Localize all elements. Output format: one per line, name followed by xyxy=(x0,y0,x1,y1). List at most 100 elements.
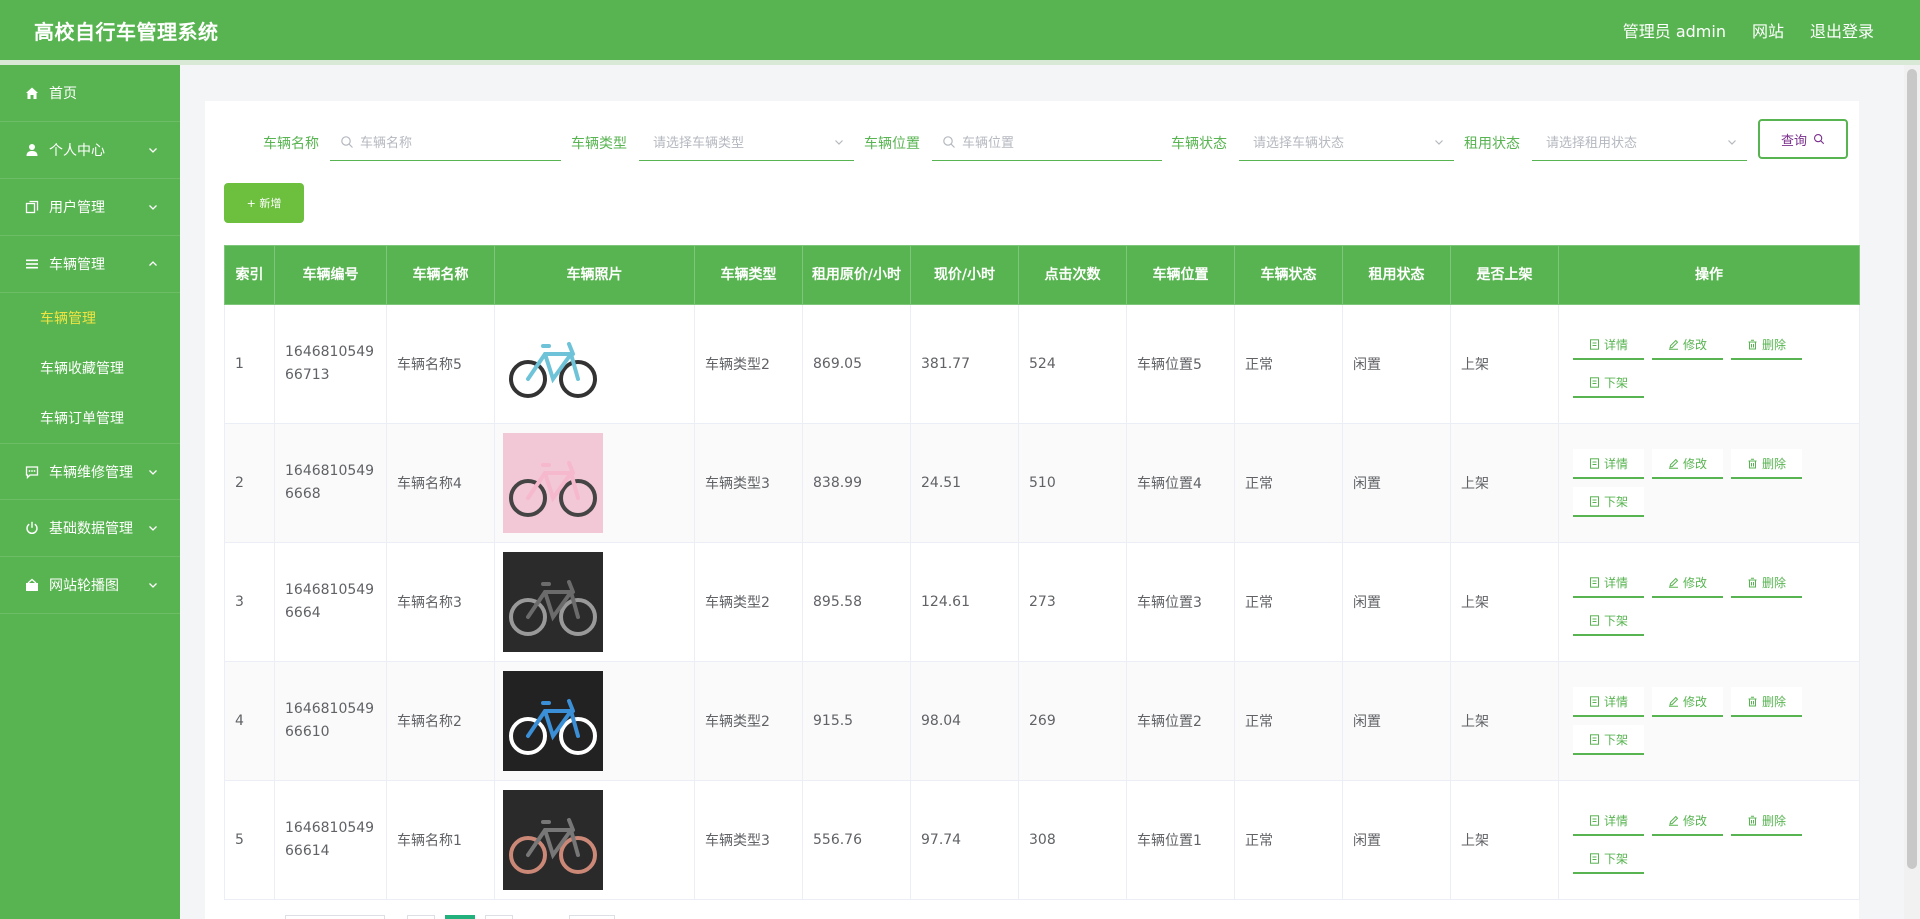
edit-button[interactable]: 修改 xyxy=(1652,330,1723,360)
trash-icon xyxy=(1748,577,1757,587)
offshelf-button[interactable]: 下架 xyxy=(1573,606,1644,636)
sidebar-item-home[interactable]: 首页 xyxy=(0,65,180,122)
document-icon xyxy=(1589,733,1599,745)
image-icon xyxy=(24,577,40,593)
scrollbar-thumb[interactable] xyxy=(1907,69,1917,869)
detail-button[interactable]: 详情 xyxy=(1573,330,1644,360)
edit-button[interactable]: 修改 xyxy=(1652,449,1723,479)
delete-button[interactable]: 删除 xyxy=(1731,449,1802,479)
type-filter-select[interactable]: 请选择车辆类型 xyxy=(639,123,854,161)
cell-location: 车辆位置3 xyxy=(1126,542,1235,662)
table-row: 1 164681054966713 车辆名称5 车辆类型2 869.05 381.77 5… xyxy=(224,304,1860,424)
document-icon xyxy=(1589,338,1599,350)
sidebar-item-repair[interactable]: 车辆维修管理 xyxy=(0,443,180,500)
detail-button[interactable]: 详情 xyxy=(1573,568,1644,598)
vehicle-table: 索引 车辆编号 车辆名称 车辆照片 车辆类型 租用原价/小时 现价/小时 点击次… xyxy=(224,245,1860,900)
add-button[interactable]: + 新增 xyxy=(224,183,304,223)
pagination xyxy=(285,909,685,919)
name-filter-placeholder: 车辆名称 xyxy=(360,136,413,151)
offshelf-button[interactable]: 下架 xyxy=(1573,725,1644,755)
col-header: 点击次数 xyxy=(1018,245,1127,305)
cell-rent: 闲置 xyxy=(1342,780,1451,900)
chat-icon xyxy=(24,464,40,480)
delete-button-label: 删除 xyxy=(1761,694,1786,709)
logout-link[interactable]: 退出登录 xyxy=(1810,18,1874,42)
delete-button[interactable]: 删除 xyxy=(1731,806,1802,836)
row-actions: 详情 修改 删除 下架 xyxy=(1569,806,1809,874)
cell-type: 车辆类型2 xyxy=(694,304,803,424)
detail-button[interactable]: 详情 xyxy=(1573,806,1644,836)
cell-type: 车辆类型2 xyxy=(694,661,803,781)
document-icon xyxy=(1589,576,1599,588)
power-icon xyxy=(24,520,40,536)
goto-page-input[interactable] xyxy=(569,915,615,919)
edit-button[interactable]: 修改 xyxy=(1652,806,1723,836)
name-filter-input[interactable]: 车辆名称 xyxy=(330,123,561,161)
table-row: 3 16468105496664 车辆名称3 车辆类型2 895.58 124.61 27… xyxy=(224,542,1860,662)
edit-button[interactable]: 修改 xyxy=(1652,568,1723,598)
offshelf-button-label: 下架 xyxy=(1603,732,1628,747)
cell-status: 正常 xyxy=(1234,780,1343,900)
cell-code: 164681054966713 xyxy=(274,304,387,424)
detail-button-label: 详情 xyxy=(1603,813,1628,828)
sidebar-item-basic-data[interactable]: 基础数据管理 xyxy=(0,500,180,557)
sidebar-item-carousel[interactable]: 网站轮播图 xyxy=(0,557,180,614)
status-filter-select[interactable]: 请选择车辆状态 xyxy=(1239,123,1454,161)
cell-rent: 闲置 xyxy=(1342,304,1451,424)
delete-button-label: 删除 xyxy=(1761,813,1786,828)
offshelf-button[interactable]: 下架 xyxy=(1573,368,1644,398)
delete-button[interactable]: 删除 xyxy=(1731,687,1802,717)
cell-index: 1 xyxy=(224,304,275,424)
sidebar-item-vehicles[interactable]: 车辆管理 xyxy=(0,236,180,293)
next-page-button[interactable] xyxy=(485,915,513,919)
trash-icon xyxy=(1748,815,1757,825)
document-icon xyxy=(1589,614,1599,626)
cell-photo xyxy=(494,423,695,543)
top-header: 高校自行车管理系统 管理员 admin 网站 退出登录 xyxy=(0,0,1920,60)
cell-actions: 详情 修改 删除 下架 xyxy=(1558,542,1860,662)
detail-button[interactable]: 详情 xyxy=(1573,687,1644,717)
search-icon xyxy=(1813,133,1825,145)
prev-page-button[interactable] xyxy=(407,915,435,919)
delete-button[interactable]: 删除 xyxy=(1731,568,1802,598)
sidebar-subitem-vehicle-manage[interactable]: 车辆管理 xyxy=(0,293,180,343)
cell-index: 5 xyxy=(224,780,275,900)
sidebar-item-users[interactable]: 用户管理 xyxy=(0,179,180,236)
sidebar-subitem-orders[interactable]: 车辆订单管理 xyxy=(0,393,180,443)
offshelf-button[interactable]: 下架 xyxy=(1573,844,1644,874)
location-filter-label: 车辆位置 xyxy=(864,136,920,152)
detail-button[interactable]: 详情 xyxy=(1573,449,1644,479)
user-icon xyxy=(24,142,40,158)
trash-icon xyxy=(1748,458,1757,468)
header-divider xyxy=(0,60,1920,65)
cell-location: 车辆位置1 xyxy=(1126,780,1235,900)
cell-photo xyxy=(494,661,695,781)
current-page[interactable] xyxy=(445,915,475,919)
vehicle-photo xyxy=(503,790,603,890)
sidebar-item-label: 基础数据管理 xyxy=(49,521,133,537)
sidebar-item-profile[interactable]: 个人中心 xyxy=(0,122,180,179)
edit-button[interactable]: 修改 xyxy=(1652,687,1723,717)
rent-filter-select[interactable]: 请选择租用状态 xyxy=(1532,123,1747,161)
vehicle-photo xyxy=(503,433,603,533)
rent-filter-label: 租用状态 xyxy=(1464,136,1520,152)
cell-name: 车辆名称1 xyxy=(386,780,495,900)
cell-orig: 556.76 xyxy=(802,780,911,900)
document-icon xyxy=(1589,695,1599,707)
cell-status: 正常 xyxy=(1234,304,1343,424)
delete-button[interactable]: 删除 xyxy=(1731,330,1802,360)
site-link[interactable]: 网站 xyxy=(1752,18,1784,42)
list-icon xyxy=(24,256,40,272)
cell-photo xyxy=(494,304,695,424)
sidebar-subitem-favorites[interactable]: 车辆收藏管理 xyxy=(0,343,180,393)
page-size-select[interactable] xyxy=(285,915,385,919)
vertical-scrollbar[interactable] xyxy=(1904,65,1920,919)
query-button[interactable]: 查询 xyxy=(1758,119,1848,159)
cell-orig: 915.5 xyxy=(802,661,911,781)
cell-index: 2 xyxy=(224,423,275,543)
app-title: 高校自行车管理系统 xyxy=(34,19,219,44)
cell-shelf: 上架 xyxy=(1450,542,1559,662)
location-filter-input[interactable]: 车辆位置 xyxy=(932,123,1162,161)
offshelf-button[interactable]: 下架 xyxy=(1573,487,1644,517)
chevron-down-icon xyxy=(149,526,157,531)
